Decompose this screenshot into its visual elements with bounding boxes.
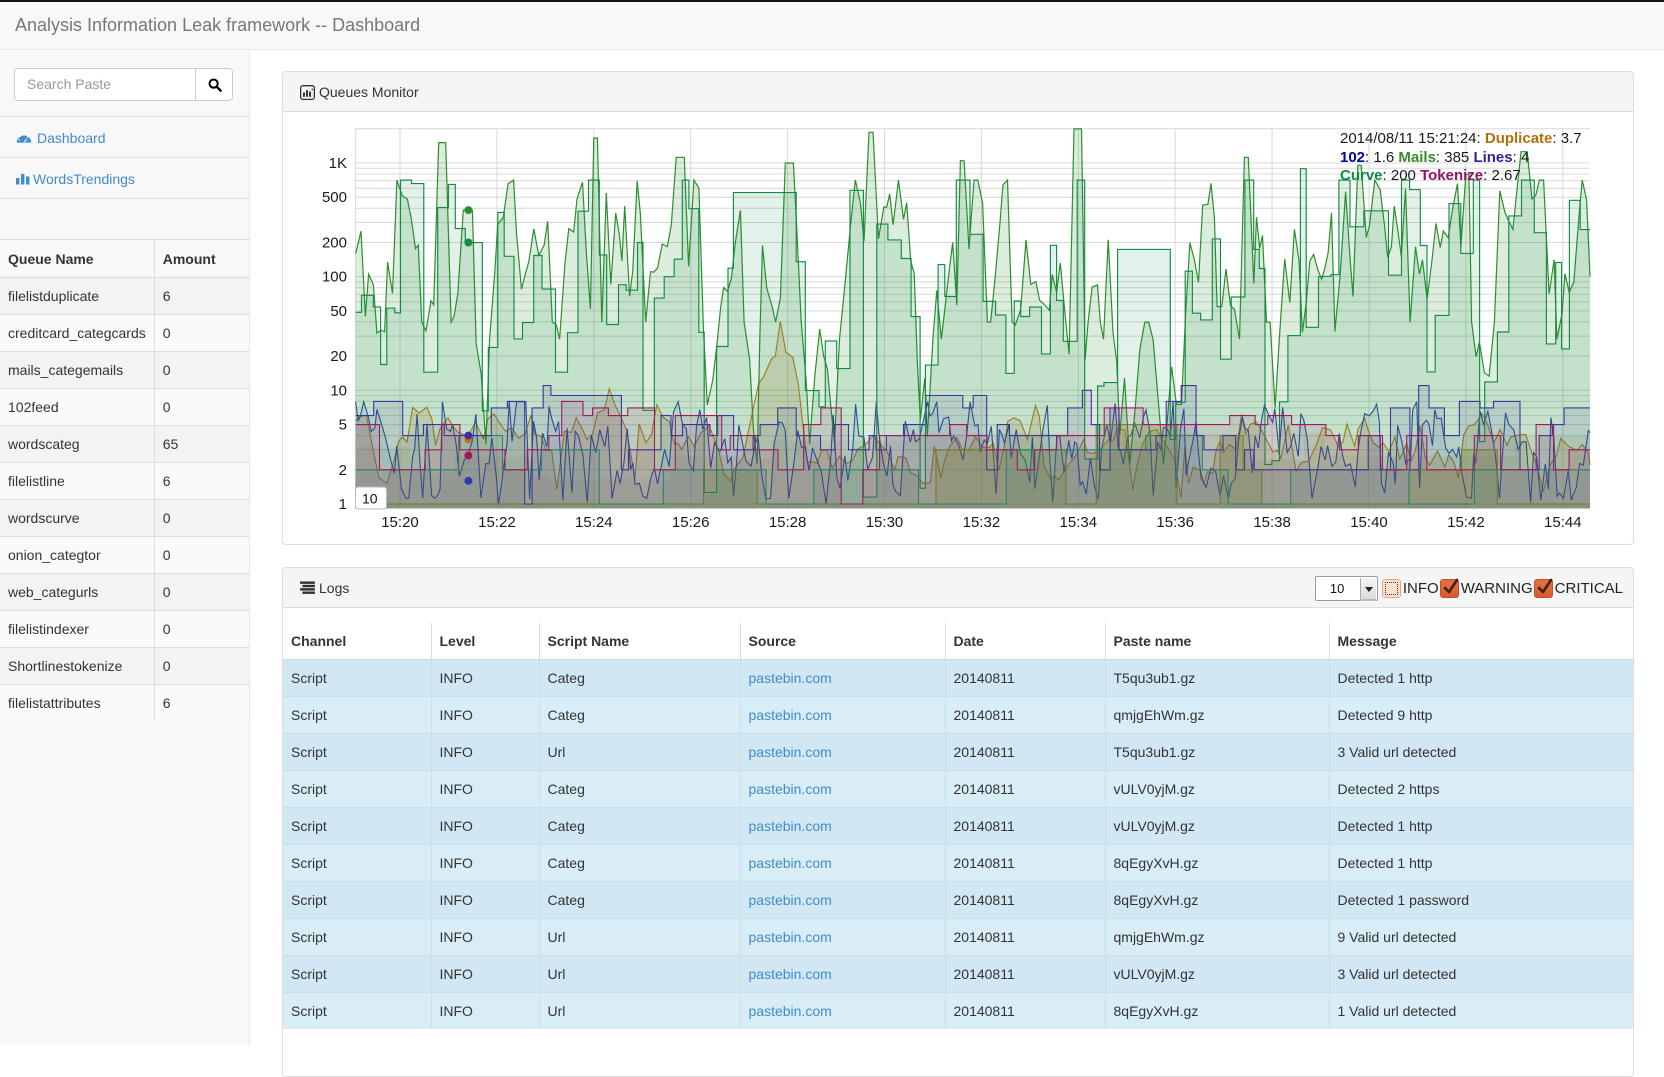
svg-text:15:40: 15:40 bbox=[1350, 514, 1388, 531]
svg-text:100: 100 bbox=[322, 269, 347, 286]
svg-text:15:38: 15:38 bbox=[1253, 514, 1291, 531]
svg-text:1K: 1K bbox=[329, 155, 347, 172]
svg-text:15:36: 15:36 bbox=[1156, 514, 1194, 531]
svg-text:15:44: 15:44 bbox=[1544, 514, 1582, 531]
svg-text:20: 20 bbox=[330, 348, 347, 365]
svg-text:50: 50 bbox=[330, 303, 347, 320]
svg-text:5: 5 bbox=[339, 417, 347, 434]
svg-text:15:28: 15:28 bbox=[769, 514, 807, 531]
svg-text:10: 10 bbox=[330, 382, 347, 399]
svg-text:15:26: 15:26 bbox=[672, 514, 710, 531]
svg-text:15:20: 15:20 bbox=[381, 514, 419, 531]
svg-text:500: 500 bbox=[322, 189, 347, 206]
svg-text:1: 1 bbox=[339, 496, 347, 513]
svg-text:10: 10 bbox=[362, 491, 378, 507]
svg-text:15:42: 15:42 bbox=[1447, 514, 1485, 531]
svg-text:2: 2 bbox=[339, 462, 347, 479]
svg-text:15:32: 15:32 bbox=[963, 514, 1001, 531]
svg-text:15:24: 15:24 bbox=[575, 514, 613, 531]
svg-text:15:22: 15:22 bbox=[478, 514, 516, 531]
svg-text:15:30: 15:30 bbox=[866, 514, 904, 531]
svg-text:15:34: 15:34 bbox=[1060, 514, 1098, 531]
svg-text:200: 200 bbox=[322, 235, 347, 252]
